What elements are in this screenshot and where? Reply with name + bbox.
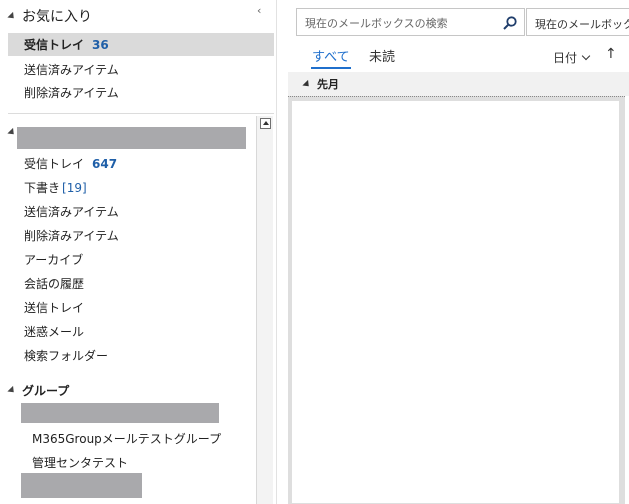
- folder-item-archive[interactable]: アーカイブ: [8, 248, 83, 271]
- message-list-frame: [288, 96, 625, 504]
- unread-count: 36: [92, 37, 109, 52]
- favorites-item-sent[interactable]: 送信済みアイテム: [8, 58, 119, 81]
- tab-unread[interactable]: 未読: [369, 46, 395, 65]
- folder-label: 下書き: [24, 181, 61, 195]
- folder-item-sent[interactable]: 送信済みアイテム: [8, 200, 119, 223]
- scroll-up-arrow-icon[interactable]: [260, 118, 271, 129]
- search-scope-dropdown[interactable]: 現在のメールボックス: [526, 8, 629, 36]
- redacted-group-name: [21, 473, 142, 498]
- folder-label: 送信トレイ: [24, 301, 85, 315]
- collapse-triangle-icon[interactable]: [302, 79, 312, 89]
- folder-item-drafts[interactable]: 下書き [19]: [8, 176, 87, 199]
- groups-title: グループ: [22, 384, 70, 398]
- group-header-label: 先月: [317, 78, 339, 91]
- redacted-group-name: [21, 403, 219, 423]
- folder-item-outbox[interactable]: 送信トレイ: [8, 296, 84, 319]
- collapse-triangle-icon[interactable]: [7, 127, 17, 138]
- sort-label: 日付: [553, 51, 578, 65]
- folder-label: 送信済みアイテム: [24, 205, 119, 219]
- message-group-header[interactable]: 先月: [288, 72, 629, 96]
- folder-item-conversation-history[interactable]: 会話の履歴: [8, 272, 84, 295]
- folder-label: 削除済みアイテム: [24, 229, 119, 243]
- redacted-account-name: [17, 127, 246, 149]
- group-item-admin-center[interactable]: 管理センタテスト: [8, 451, 128, 474]
- folder-item-inbox[interactable]: 受信トレイ 647: [8, 152, 117, 175]
- sort-by-dropdown[interactable]: 日付: [553, 49, 591, 66]
- sort-direction-arrow-icon[interactable]: ↑: [605, 46, 617, 62]
- collapse-pane-chevron-icon[interactable]: ‹: [257, 4, 261, 17]
- groups-header[interactable]: グループ: [7, 382, 70, 399]
- folder-label: アーカイブ: [24, 253, 84, 267]
- folder-label: 受信トレイ: [24, 157, 85, 171]
- group-label: M365Groupメールテストグループ: [32, 432, 222, 446]
- folder-label: 迷惑メール: [24, 325, 85, 339]
- folder-label: 削除済みアイテム: [24, 86, 119, 100]
- active-tab-underline: [311, 67, 351, 69]
- group-item-m365[interactable]: M365Groupメールテストグループ: [8, 427, 221, 450]
- folder-label: 会話の履歴: [24, 277, 85, 291]
- folder-label: 送信済みアイテム: [24, 63, 119, 77]
- group-label: 管理センタテスト: [32, 456, 129, 470]
- collapse-triangle-icon[interactable]: [7, 385, 17, 396]
- favorites-header[interactable]: お気に入り: [7, 6, 92, 26]
- message-list-area[interactable]: [292, 101, 619, 503]
- pane-divider[interactable]: [276, 0, 277, 504]
- folder-item-search-folders[interactable]: 検索フォルダー: [8, 344, 108, 367]
- section-divider: [8, 113, 274, 114]
- tab-all[interactable]: すべて: [312, 46, 350, 65]
- chevron-down-icon: [581, 51, 591, 60]
- favorites-title: お気に入り: [22, 9, 92, 25]
- folder-pane: お気に入り ‹ 受信トレイ 36 送信済みアイテム 削除済みアイテム 受信トレイ…: [0, 0, 277, 504]
- unread-count: 647: [92, 156, 118, 171]
- folder-label: 受信トレイ: [24, 38, 85, 52]
- collapse-triangle-icon[interactable]: [7, 11, 17, 21]
- item-count: [19]: [62, 180, 87, 195]
- favorites-item-inbox[interactable]: 受信トレイ 36: [8, 33, 274, 56]
- folder-pane-scrollbar[interactable]: [256, 116, 273, 504]
- search-input[interactable]: [305, 14, 495, 32]
- folder-item-deleted[interactable]: 削除済みアイテム: [8, 224, 119, 247]
- search-icon[interactable]: [502, 15, 518, 31]
- favorites-item-deleted[interactable]: 削除済みアイテム: [8, 81, 119, 104]
- folder-item-junk[interactable]: 迷惑メール: [8, 320, 84, 343]
- search-box[interactable]: [296, 8, 525, 36]
- folder-label: 検索フォルダー: [24, 349, 109, 363]
